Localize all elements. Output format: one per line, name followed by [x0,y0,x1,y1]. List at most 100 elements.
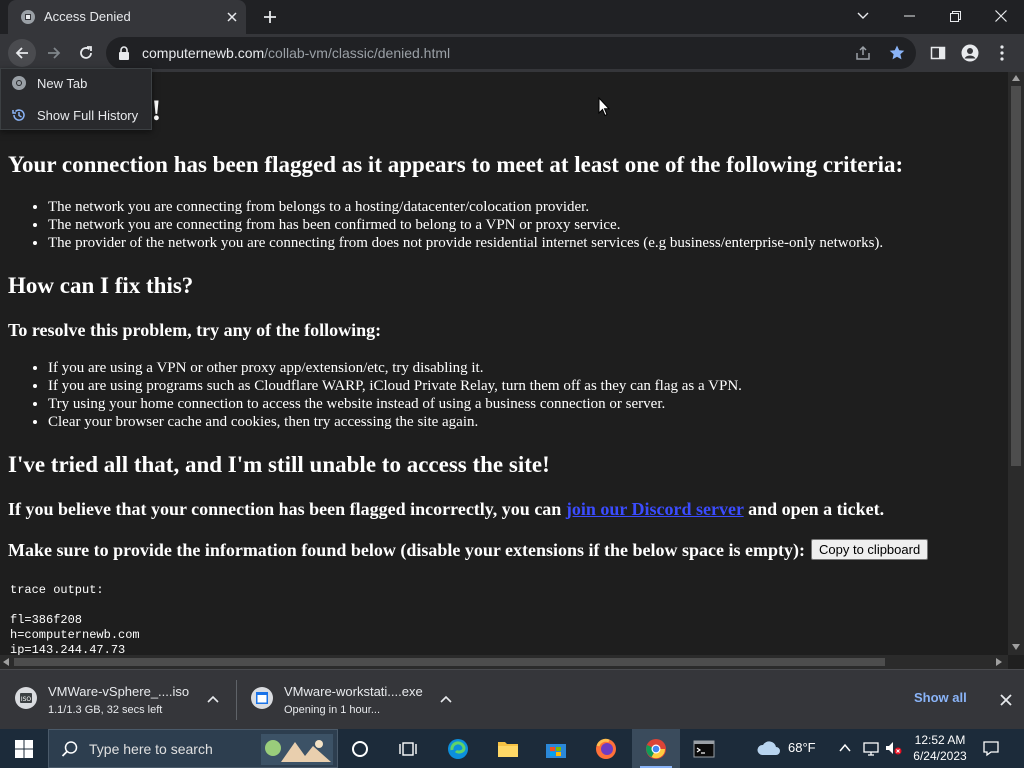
windows-taskbar: Type here to search 68°F 12:52 AM 6/24/2… [0,729,1024,768]
download-shelf: ISO VMWare-vSphere_....iso 1.1/1.3 GB, 3… [0,669,1024,729]
provide-info-text: Make sure to provide the information fou… [8,539,929,562]
weather-temperature[interactable]: 68°F [788,740,816,755]
mouse-cursor-icon [598,97,610,117]
taskbar-edge[interactable] [434,729,482,768]
vertical-scroll-thumb[interactable] [1011,86,1021,466]
minimize-button[interactable] [886,0,932,32]
page-content: e! Your connection has been flagged as i… [0,72,1008,655]
taskbar-search-input[interactable]: Type here to search [48,729,338,768]
taskbar-terminal[interactable] [680,729,728,768]
download-status: Opening in 1 hour... [284,704,381,716]
close-window-button[interactable] [978,0,1024,32]
notification-center-icon[interactable] [982,739,1000,757]
site-favicon-icon [21,10,35,24]
horizontal-scrollbar[interactable] [0,655,1008,669]
url-text[interactable]: computernewb.com/collab-vm/classic/denie… [142,45,450,61]
taskbar-microsoft-store[interactable] [532,729,580,768]
cortana-circle-icon [352,740,368,757]
restore-button[interactable] [932,0,978,32]
horizontal-scroll-thumb[interactable] [14,658,885,666]
search-icon [61,741,78,757]
resolve-heading: To resolve this problem, try any of the … [8,320,382,340]
flagged-paragraph: If you believe that your connection has … [8,499,885,519]
forward-button[interactable] [40,39,68,67]
store-bag-icon [546,743,566,758]
disc-image-file-icon: ISO [15,687,37,709]
list-item: Clear your browser cache and cookies, th… [48,413,742,431]
task-view-icon [399,741,417,756]
criteria-heading: Your connection has been flagged as it a… [8,152,904,177]
chevron-up-icon[interactable] [438,692,454,708]
taskbar-chrome[interactable] [632,729,680,768]
firefox-icon [596,738,616,759]
chrome-icon [12,76,26,90]
executable-file-icon [251,687,273,709]
edge-browser-icon [448,738,468,759]
chevron-up-icon[interactable] [838,739,852,757]
tab-close-icon[interactable] [222,7,242,27]
list-item: If you are using programs such as Cloudf… [48,377,742,395]
copy-to-clipboard-button[interactable]: Copy to clipboard [811,539,929,561]
fixes-list: If you are using a VPN or other proxy ap… [48,359,742,431]
show-all-button[interactable]: Show all [914,690,967,705]
svg-text:ISO: ISO [21,696,32,703]
menu-item-label: New Tab [37,76,88,91]
list-item: The network you are connecting from belo… [48,198,883,216]
task-view-button[interactable] [384,729,432,768]
vertical-scrollbar[interactable] [1008,72,1024,655]
network-icon[interactable] [862,739,880,757]
download-status: 1.1/1.3 GB, 32 secs left [48,704,163,716]
tab-search-chevron-icon[interactable] [840,0,886,32]
share-icon[interactable] [854,44,872,62]
address-bar[interactable]: computernewb.com/collab-vm/classic/denie… [106,37,916,69]
fix-heading: How can I fix this? [8,273,194,298]
new-tab-button[interactable] [258,5,282,29]
lock-icon[interactable] [116,45,132,61]
clock-time: 12:52 AM [914,733,966,747]
weather-cloud-icon[interactable] [756,739,782,757]
scroll-up-icon[interactable] [1012,75,1020,81]
list-item: The provider of the network you are conn… [48,234,883,252]
windows-logo-icon [15,739,33,758]
tab-access-denied[interactable]: Access Denied [8,0,246,34]
taskbar-file-explorer[interactable] [484,729,532,768]
scroll-down-icon[interactable] [1012,644,1020,650]
start-button[interactable] [0,729,48,768]
still-heading: I've tried all that, and I'm still unabl… [8,452,550,477]
volume-muted-icon[interactable] [884,739,902,757]
list-item: Try using your home connection to access… [48,395,742,413]
side-panel-icon[interactable] [924,39,952,67]
download-item[interactable]: ISO VMWare-vSphere_....iso 1.1/1.3 GB, 3… [0,670,236,730]
system-clock[interactable]: 12:52 AM 6/24/2023 [908,732,972,764]
trace-output: trace output: fl=386f208 h=computernewb.… [10,583,140,655]
discord-link[interactable]: join our Discord server [566,499,744,519]
list-item: If you are using a VPN or other proxy ap… [48,359,742,377]
scroll-corner [1008,655,1024,669]
browser-toolbar: computernewb.com/collab-vm/classic/denie… [0,34,1024,72]
cortana-button[interactable] [336,729,384,768]
search-placeholder: Type here to search [89,741,213,757]
tab-strip: Access Denied [0,0,1024,34]
history-icon [12,109,25,121]
history-item-new-tab[interactable]: New Tab [1,69,151,97]
back-history-menu: New Tab Show Full History [0,68,152,130]
download-item[interactable]: VMware-workstati....exe Opening in 1 hou… [236,670,472,730]
menu-kebab-icon[interactable] [988,39,1016,67]
scroll-right-icon[interactable] [996,658,1002,666]
back-button[interactable] [8,39,36,67]
history-item-show-full-history[interactable]: Show Full History [1,101,151,129]
download-filename: VMware-workstati....exe [284,684,423,699]
criteria-list: The network you are connecting from belo… [48,198,883,252]
clock-date: 6/24/2023 [913,749,967,763]
chevron-up-icon[interactable] [205,692,221,708]
chrome-icon [646,738,666,759]
list-item: The network you are connecting from has … [48,216,883,234]
profile-avatar-icon[interactable] [956,39,984,67]
reload-button[interactable] [72,39,100,67]
tab-title: Access Denied [44,9,131,24]
bookmark-star-icon[interactable] [888,44,906,62]
taskbar-firefox[interactable] [582,729,630,768]
close-icon[interactable] [996,690,1016,710]
search-highlight-illustration-icon [261,734,333,765]
scroll-left-icon[interactable] [3,658,9,666]
